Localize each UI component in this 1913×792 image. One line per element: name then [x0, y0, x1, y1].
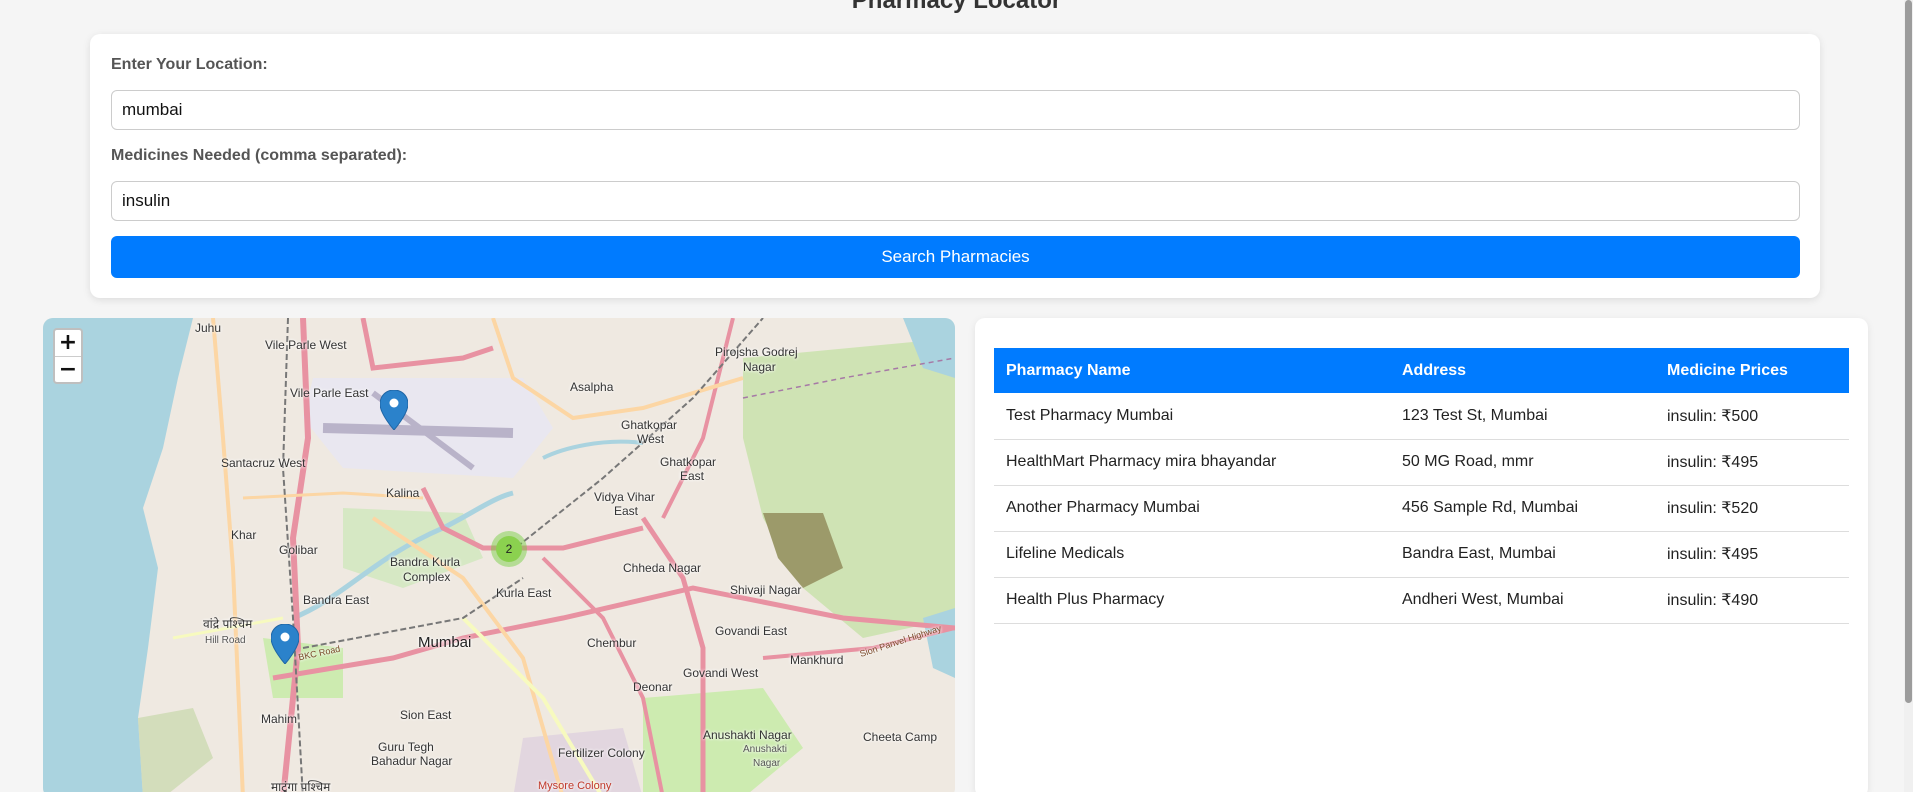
map-label-bahadur-nagar: Bahadur Nagar — [371, 754, 453, 768]
pharmacy-name-cell: Health Plus Pharmacy — [994, 577, 1390, 624]
search-pharmacies-button[interactable]: Search Pharmacies — [111, 236, 1800, 278]
map-label-guru-tegh: Guru Tegh — [378, 740, 434, 754]
price-cell: insulin: ₹495 — [1655, 439, 1849, 486]
zoom-out-button[interactable]: − — [55, 356, 81, 382]
table-row: Lifeline Medicals Bandra East, Mumbai in… — [994, 531, 1849, 578]
price-cell: insulin: ₹495 — [1655, 531, 1849, 578]
header-pharmacy-name: Pharmacy Name — [994, 348, 1390, 393]
pharmacy-marker[interactable] — [271, 624, 299, 664]
address-cell: 50 MG Road, mmr — [1390, 439, 1655, 486]
map-label-vidya-vihar-2: East — [614, 504, 639, 518]
table-row: Another Pharmacy Mumbai 456 Sample Rd, M… — [994, 485, 1849, 532]
zoom-control: + − — [53, 328, 83, 384]
header-address: Address — [1390, 348, 1655, 393]
address-cell: Andheri West, Mumbai — [1390, 577, 1655, 624]
map-label-mahim: Mahim — [261, 712, 298, 726]
map-label-ghatkopar-west-1: Ghatkopar — [621, 418, 678, 432]
map-label-bandra-kurla: Bandra Kurla — [390, 555, 461, 569]
map-label-chheda-nagar: Chheda Nagar — [623, 561, 702, 575]
table-header-row: Pharmacy Name Address Medicine Prices — [994, 348, 1849, 393]
table-row: Test Pharmacy Mumbai 123 Test St, Mumbai… — [994, 393, 1849, 440]
marker-cluster[interactable]: 2 — [491, 531, 527, 567]
map-label-anushakti-small2: Nagar — [753, 758, 781, 769]
map-label-mysore-colony: Mysore Colony — [538, 780, 612, 792]
map-label-golibar: Golibar — [279, 543, 318, 557]
price-cell: insulin: ₹490 — [1655, 577, 1849, 624]
address-cell: 123 Test St, Mumbai — [1390, 393, 1655, 440]
search-form: Enter Your Location: Medicines Needed (c… — [90, 34, 1820, 298]
pharmacy-name-cell: HealthMart Pharmacy mira bhayandar — [994, 439, 1390, 486]
pharmacy-name-cell: Test Pharmacy Mumbai — [994, 393, 1390, 440]
pharmacy-name-cell: Another Pharmacy Mumbai — [994, 485, 1390, 532]
map-label-vile-parle-west: Vile Parle West — [265, 338, 347, 352]
map-label-mankhurd: Mankhurd — [790, 653, 844, 667]
price-cell: insulin: ₹520 — [1655, 485, 1849, 532]
location-input[interactable] — [111, 90, 1800, 130]
map-label-pirojsha-2: Nagar — [743, 360, 776, 374]
map-label-matunga-west: माटुंगा पश्चिम — [271, 780, 331, 792]
map-label-anushakti-nagar: Anushakti Nagar — [703, 728, 792, 742]
map-label-kalina: Kalina — [386, 486, 420, 500]
map-label-kurla-east: Kurla East — [496, 586, 552, 600]
map-label-fertilizer-colony: Fertilizer Colony — [558, 746, 645, 760]
map-label-juhu: Juhu — [195, 321, 222, 335]
map-label-govandi-east: Govandi East — [715, 624, 788, 638]
address-cell: Bandra East, Mumbai — [1390, 531, 1655, 578]
map-label-khar: Khar — [231, 528, 257, 542]
map-label-deonar: Deonar — [633, 680, 673, 694]
map-label-complex: Complex — [403, 570, 451, 584]
results-panel: Pharmacy Name Address Medicine Prices Te… — [975, 318, 1868, 792]
zoom-in-button[interactable]: + — [55, 330, 81, 356]
address-cell: 456 Sample Rd, Mumbai — [1390, 485, 1655, 532]
map-label-bandra-east: Bandra East — [303, 593, 370, 607]
map-label-anushakti-small: Anushakti — [743, 744, 787, 755]
medicines-input[interactable] — [111, 181, 1800, 221]
map-label-mumbai: Mumbai — [418, 634, 472, 651]
map-label-sion-east: Sion East — [400, 708, 452, 722]
map-label-govandi-west: Govandi West — [683, 666, 759, 680]
pharmacy-marker[interactable] — [380, 390, 408, 430]
map-label-ghatkopar-west-2: West — [637, 432, 665, 446]
location-label: Enter Your Location: — [111, 56, 268, 73]
table-row: Health Plus Pharmacy Andheri West, Mumba… — [994, 577, 1849, 624]
map-label-pirojsha-1: Pirojsha Godrej — [715, 345, 798, 359]
results-table: Pharmacy Name Address Medicine Prices Te… — [994, 348, 1849, 624]
map-label-santacruz-west: Santacruz West — [221, 456, 306, 470]
header-medicine-prices: Medicine Prices — [1655, 348, 1849, 393]
map-label-chembur: Chembur — [587, 636, 637, 650]
map-label-cheeta-camp: Cheeta Camp — [863, 730, 938, 744]
price-cell: insulin: ₹500 — [1655, 393, 1849, 440]
scrollbar-thumb[interactable] — [1905, 0, 1912, 703]
map-label-vile-parle-east: Vile Parle East — [290, 386, 369, 400]
cluster-count: 2 — [496, 536, 522, 562]
map-label-shivaji-nagar: Shivaji Nagar — [730, 583, 802, 597]
map-label-bandra-west-hindi: वांद्रे पश्चिम — [203, 617, 253, 631]
map-label-vidya-vihar-1: Vidya Vihar — [594, 490, 655, 504]
page-scrollbar[interactable] — [1904, 0, 1913, 792]
page-title: Pharmacy Locator — [851, 0, 1062, 14]
map-label-hill-road: Hill Road — [205, 635, 246, 646]
table-row: HealthMart Pharmacy mira bhayandar 50 MG… — [994, 439, 1849, 486]
map-label-ghatkopar-east-2: East — [680, 469, 705, 483]
map-label-ghatkopar-east-1: Ghatkopar — [660, 455, 717, 469]
map-label-asalpha: Asalpha — [570, 380, 614, 394]
map[interactable]: + − Juhu Vile Parle West Vile Parle East… — [43, 318, 955, 792]
pharmacy-name-cell: Lifeline Medicals — [994, 531, 1390, 578]
medicines-label: Medicines Needed (comma separated): — [111, 147, 408, 164]
